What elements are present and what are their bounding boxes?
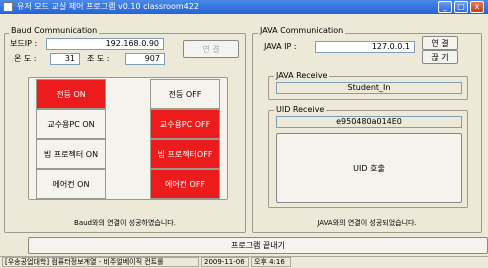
statusbar-date: 2009-11-06	[201, 257, 249, 267]
statusbar-time: 오후 4:16	[251, 257, 291, 267]
uid-call-button[interactable]: UID 호출	[276, 133, 462, 203]
java-receive-field: Student_In	[276, 82, 462, 94]
java-disconnect-button[interactable]: 끊 기	[422, 50, 458, 64]
pc-on-button[interactable]: 교수용PC ON	[36, 109, 106, 139]
projector-off-button[interactable]: 빔 프로젝터OFF	[150, 139, 220, 169]
uid-receive-title: UID Receive	[274, 105, 327, 114]
java-ip-field[interactable]: 127.0.0.1	[315, 41, 415, 53]
projector-on-button[interactable]: 빔 프로젝터 ON	[36, 139, 106, 169]
maximize-button[interactable]: □	[454, 1, 468, 13]
temp-label: 온 도 :	[14, 54, 37, 63]
minimize-button[interactable]: _	[438, 1, 452, 13]
java-group-title: JAVA Communication	[258, 26, 346, 35]
temp-field[interactable]: 31	[50, 53, 80, 65]
lux-label: 조 도 :	[87, 54, 110, 63]
exit-program-button[interactable]: 프로그램 끝내기	[28, 237, 488, 254]
java-receive-title: JAVA Receive	[274, 71, 330, 80]
java-connect-button[interactable]: 연 결	[422, 36, 458, 50]
baud-status: Baud와의 연결이 성공하였습니다.	[74, 219, 176, 227]
statusbar-org: [우송공업대학] 컴퓨터정보계열 - 비주얼베이직 컨트롤	[2, 257, 199, 267]
java-ip-label: JAVA IP :	[264, 42, 297, 51]
app-icon	[3, 2, 13, 12]
pc-off-button[interactable]: 교수용PC OFF	[150, 109, 220, 139]
aircon-on-button[interactable]: 에어컨 ON	[36, 169, 106, 199]
window-title: 유저 모드 교실 제어 프로그램 v0.10 classroom422	[17, 2, 199, 11]
board-ip-label: 보드IP :	[10, 39, 38, 48]
light-on-button[interactable]: 전등 ON	[36, 79, 106, 109]
light-off-button[interactable]: 전등 OFF	[150, 79, 220, 109]
lux-field[interactable]: 907	[125, 53, 165, 65]
baud-connect-button[interactable]: 연 결	[183, 40, 239, 58]
aircon-off-button[interactable]: 에어컨 OFF	[150, 169, 220, 199]
java-status: JAVA와의 연결이 성공되었습니다.	[317, 219, 417, 227]
board-ip-field[interactable]: 192.168.0.90	[46, 38, 164, 50]
close-button[interactable]: x	[470, 1, 484, 13]
uid-value-field: e950480a014E0	[276, 116, 462, 128]
baud-group-title: Baud Communication	[9, 26, 100, 35]
